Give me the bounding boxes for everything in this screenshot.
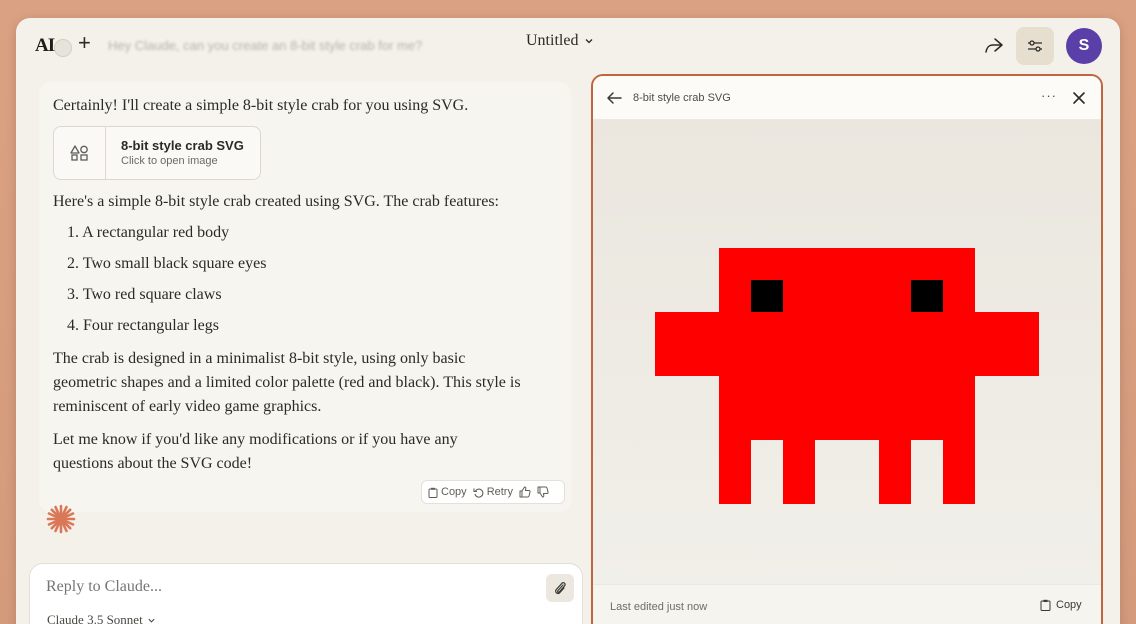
crab-leg <box>943 440 975 504</box>
list-item: 4. Four rectangular legs <box>67 317 219 334</box>
shapes-icon <box>69 145 88 161</box>
retry-label: Retry <box>486 486 513 498</box>
user-avatar[interactable]: S <box>1066 28 1102 64</box>
copy-button[interactable]: Copy <box>428 486 467 498</box>
chat-title-dropdown[interactable]: Untitled <box>526 32 594 50</box>
share-icon <box>985 38 1003 53</box>
artifact-panel-header: 8-bit style crab SVG ··· <box>593 76 1101 120</box>
artifact-panel-footer: Last edited just now Copy <box>593 584 1101 624</box>
claude-spark-icon <box>46 504 76 534</box>
crab-image <box>655 248 1039 504</box>
assistant-message: Certainly! I'll create a simple 8-bit st… <box>39 82 571 512</box>
description-paragraph: The crab is designed in a minimalist 8-b… <box>53 350 521 415</box>
settings-button[interactable] <box>1016 27 1054 65</box>
previous-prompt: Hey Claude, can you create an 8-bit styl… <box>108 38 423 53</box>
artifact-panel: 8-bit style crab SVG ··· Last edited jus… <box>591 74 1103 624</box>
artifact-copy-button[interactable]: Copy <box>1040 599 1082 611</box>
feature-list: 1. A rectangular red body 2. Two small b… <box>67 221 266 345</box>
crab-eye-left <box>751 280 783 312</box>
app-logo[interactable]: AI <box>35 35 55 57</box>
chevron-down-icon <box>148 618 155 623</box>
top-bar: AI + Hey Claude, can you create an 8-bit… <box>16 18 1120 74</box>
last-edited-status: Last edited just now <box>610 601 708 613</box>
back-arrow-icon[interactable] <box>605 90 623 106</box>
crab-claw-left <box>655 312 719 376</box>
thumbs-up-icon[interactable] <box>519 486 531 498</box>
paperclip-icon <box>555 582 566 595</box>
attach-button[interactable] <box>546 574 574 602</box>
list-item: 1. A rectangular red body <box>67 224 230 241</box>
retry-button[interactable]: Retry <box>473 486 513 498</box>
closing-paragraph: Let me know if you'd like any modificati… <box>53 431 458 472</box>
list-item: 2. Two small black square eyes <box>67 255 267 272</box>
artifact-card[interactable]: 8-bit style crab SVG Click to open image <box>53 126 261 180</box>
crab-leg <box>783 440 815 504</box>
list-item: 3. Two red square claws <box>67 286 222 303</box>
app-window: AI + Hey Claude, can you create an 8-bit… <box>16 18 1120 624</box>
features-intro: Here's a simple 8-bit style crab created… <box>53 193 499 210</box>
sliders-icon <box>1028 40 1042 52</box>
chevron-down-icon <box>585 39 593 44</box>
chat-title: Untitled <box>526 32 579 49</box>
clipboard-icon <box>428 487 438 498</box>
crab-leg <box>719 440 751 504</box>
crab-claw-right <box>975 312 1039 376</box>
retry-icon <box>473 488 484 498</box>
message-intro: Certainly! I'll create a simple 8-bit st… <box>53 97 469 114</box>
share-button[interactable] <box>978 34 1008 58</box>
thumbs-down-icon[interactable] <box>537 486 549 498</box>
more-options-icon[interactable]: ··· <box>1041 88 1057 103</box>
crab-leg <box>879 440 911 504</box>
close-icon[interactable] <box>1072 91 1086 105</box>
artifact-panel-title: 8-bit style crab SVG <box>633 92 731 104</box>
artifact-card-icon-box <box>54 127 106 179</box>
artifact-canvas <box>593 120 1101 584</box>
clipboard-icon <box>1040 599 1051 611</box>
crab-body <box>719 248 975 440</box>
reply-box: Claude 3.5 Sonnet <box>29 563 583 624</box>
model-name: Claude 3.5 Sonnet <box>47 612 143 624</box>
crab-eye-right <box>911 280 943 312</box>
new-chat-icon[interactable]: + <box>78 32 91 54</box>
artifact-copy-label: Copy <box>1056 599 1082 611</box>
logo-badge <box>54 39 72 57</box>
copy-label: Copy <box>441 486 467 498</box>
message-actions: Copy Retry <box>421 480 565 504</box>
reply-input[interactable] <box>46 578 526 596</box>
artifact-card-title: 8-bit style crab SVG <box>121 138 244 153</box>
model-selector[interactable]: Claude 3.5 Sonnet <box>47 612 156 624</box>
artifact-card-subtitle: Click to open image <box>121 155 218 167</box>
